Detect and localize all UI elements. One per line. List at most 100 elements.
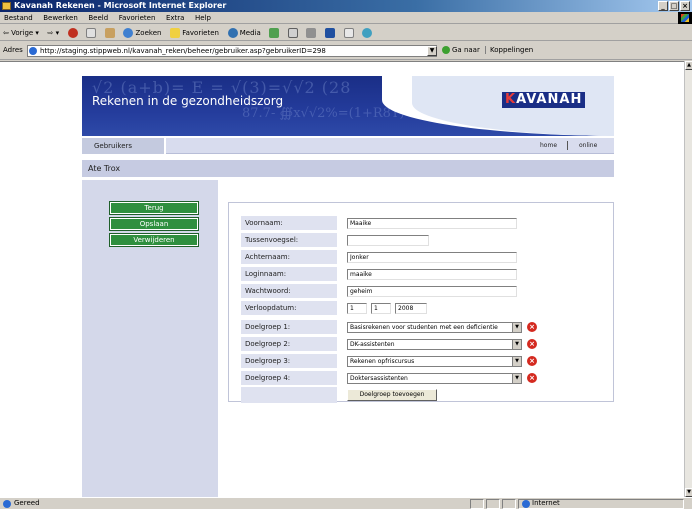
remove-doelgroep3-icon[interactable]: × bbox=[527, 356, 537, 366]
go-arrow-icon bbox=[442, 46, 450, 54]
loginnaam-input[interactable] bbox=[347, 269, 517, 280]
site-banner: √2 (a+b)= E = √(3)=√√2 (28 87.7- ∰x√√2%=… bbox=[82, 76, 614, 136]
menu-favorieten[interactable]: Favorieten bbox=[115, 12, 160, 24]
discuss-icon bbox=[343, 28, 354, 38]
messenger-button[interactable] bbox=[359, 25, 375, 41]
windows-flag-icon bbox=[678, 12, 692, 24]
site-title: Rekenen in de gezondheidszorg bbox=[92, 94, 284, 108]
print-button[interactable] bbox=[303, 25, 319, 41]
vertical-scrollbar[interactable]: ▲ ▼ bbox=[684, 61, 692, 497]
stop-button[interactable] bbox=[65, 25, 81, 41]
status-bar: Gereed Internet bbox=[0, 497, 692, 509]
address-bar: Adres http://staging.stippweb.nl/kavanah… bbox=[0, 42, 692, 60]
verloopdatum-day-input[interactable] bbox=[347, 303, 367, 314]
doelgroep1-label: Doelgroep 1: bbox=[241, 320, 337, 334]
mail-icon bbox=[287, 28, 298, 38]
page-viewport: √2 (a+b)= E = √(3)=√√2 (28 87.7- ∰x√√2%=… bbox=[0, 61, 684, 497]
stop-icon bbox=[67, 28, 78, 38]
media-button[interactable]: Media bbox=[225, 25, 264, 41]
add-doelgroep-button[interactable]: Doelgroep toevoegen bbox=[347, 389, 437, 401]
remove-doelgroep2-icon[interactable]: × bbox=[527, 339, 537, 349]
current-user-name: Ate Trox bbox=[88, 164, 121, 173]
chevron-down-icon: ▼ bbox=[512, 374, 521, 383]
current-user-bar: Ate Trox bbox=[82, 160, 614, 177]
scroll-up-arrow-icon[interactable]: ▲ bbox=[685, 61, 692, 70]
doelgroep3-label: Doelgroep 3: bbox=[241, 354, 337, 368]
messenger-icon bbox=[362, 28, 373, 38]
address-dropdown-button[interactable]: ▼ bbox=[427, 46, 437, 56]
voornaam-input[interactable] bbox=[347, 218, 517, 229]
online-link[interactable]: online bbox=[579, 142, 597, 149]
forward-button[interactable]: ⇨ ▾ bbox=[44, 25, 62, 41]
doelgroep2-select[interactable]: DK-assistenten ▼ bbox=[347, 339, 522, 350]
close-button[interactable]: × bbox=[680, 1, 690, 11]
doelgroep2-label: Doelgroep 2: bbox=[241, 337, 337, 351]
nav-separator bbox=[567, 141, 568, 150]
scroll-down-arrow-icon[interactable]: ▼ bbox=[685, 488, 692, 497]
star-icon bbox=[170, 28, 180, 38]
mail-button[interactable] bbox=[285, 25, 301, 41]
printer-icon bbox=[306, 28, 317, 38]
add-row-label-cell bbox=[241, 387, 337, 403]
address-input[interactable]: http://staging.stippweb.nl/kavanah_reken… bbox=[27, 45, 437, 57]
status-cell-1 bbox=[470, 499, 484, 509]
search-icon bbox=[123, 28, 134, 38]
menu-help[interactable]: Help bbox=[191, 12, 215, 24]
favorites-button[interactable]: Favorieten bbox=[167, 25, 222, 41]
user-edit-form: Voornaam: Tussenvoegsel: Achternaam: Log… bbox=[228, 202, 614, 403]
search-button[interactable]: Zoeken bbox=[120, 25, 164, 41]
remove-doelgroep4-icon[interactable]: × bbox=[527, 373, 537, 383]
history-button[interactable] bbox=[266, 25, 282, 41]
refresh-button[interactable] bbox=[83, 25, 99, 41]
back-button[interactable]: ⇦ Vorige ▾ bbox=[0, 25, 42, 41]
go-button[interactable]: Ga naar bbox=[442, 46, 480, 54]
remove-doelgroep1-icon[interactable]: × bbox=[527, 322, 537, 332]
toolbar: ⇦ Vorige ▾ ⇨ ▾ Zoeken Favorieten Media bbox=[0, 25, 692, 41]
kavanah-logo: KAVANAH bbox=[502, 92, 586, 108]
window-title: Kavanah Rekenen - Microsoft Internet Exp… bbox=[14, 1, 227, 10]
wachtwoord-input[interactable] bbox=[347, 286, 517, 297]
home-button[interactable] bbox=[102, 25, 118, 41]
window-title-bar: Kavanah Rekenen - Microsoft Internet Exp… bbox=[0, 0, 692, 12]
achternaam-input[interactable] bbox=[347, 252, 517, 263]
maximize-button[interactable]: □ bbox=[669, 1, 679, 11]
menu-bestand[interactable]: Bestand bbox=[0, 12, 37, 24]
home-link[interactable]: home bbox=[540, 142, 557, 149]
tussenvoegsel-label: Tussenvoegsel: bbox=[241, 233, 337, 247]
word-icon bbox=[324, 28, 335, 38]
status-cell-3 bbox=[502, 499, 516, 509]
menu-bewerken[interactable]: Bewerken bbox=[39, 12, 82, 24]
menu-beeld[interactable]: Beeld bbox=[84, 12, 112, 24]
doelgroep1-select[interactable]: Basisrekenen voor studenten met een defi… bbox=[347, 322, 522, 333]
minimize-button[interactable]: _ bbox=[658, 1, 668, 11]
doelgroep4-select[interactable]: Doktersassistenten ▼ bbox=[347, 373, 522, 384]
chevron-down-icon: ▼ bbox=[512, 340, 521, 349]
doelgroep3-select[interactable]: Rekenen opfriscursus ▼ bbox=[347, 356, 522, 367]
back-action-button[interactable]: Terug bbox=[109, 201, 199, 215]
menu-extra[interactable]: Extra bbox=[162, 12, 188, 24]
address-label: Adres bbox=[3, 46, 23, 54]
doelgroep4-label: Doelgroep 4: bbox=[241, 371, 337, 385]
delete-button[interactable]: Verwijderen bbox=[109, 233, 199, 247]
save-button[interactable]: Opslaan bbox=[109, 217, 199, 231]
ie-app-icon bbox=[2, 2, 11, 10]
history-icon bbox=[269, 28, 280, 38]
status-text: Gereed bbox=[14, 499, 40, 507]
verloopdatum-month-input[interactable] bbox=[371, 303, 391, 314]
verloopdatum-label: Verloopdatum: bbox=[241, 301, 337, 315]
tab-gebruikers[interactable]: Gebruikers bbox=[82, 138, 166, 154]
home-icon bbox=[104, 28, 115, 38]
edit-button[interactable] bbox=[322, 25, 338, 41]
discuss-button[interactable] bbox=[341, 25, 357, 41]
chevron-down-icon: ▼ bbox=[512, 323, 521, 332]
verloopdatum-year-input[interactable] bbox=[395, 303, 427, 314]
media-icon bbox=[227, 28, 238, 38]
links-button[interactable]: Koppelingen bbox=[485, 46, 533, 54]
page-status-icon bbox=[3, 500, 11, 508]
chevron-down-icon: ▼ bbox=[512, 357, 521, 366]
menu-bar: Bestand Bewerken Beeld Favorieten Extra … bbox=[0, 12, 692, 24]
security-zone-text: Internet bbox=[532, 499, 560, 507]
wachtwoord-label: Wachtwoord: bbox=[241, 284, 337, 298]
tussenvoegsel-input[interactable] bbox=[347, 235, 429, 246]
voornaam-label: Voornaam: bbox=[241, 216, 337, 230]
